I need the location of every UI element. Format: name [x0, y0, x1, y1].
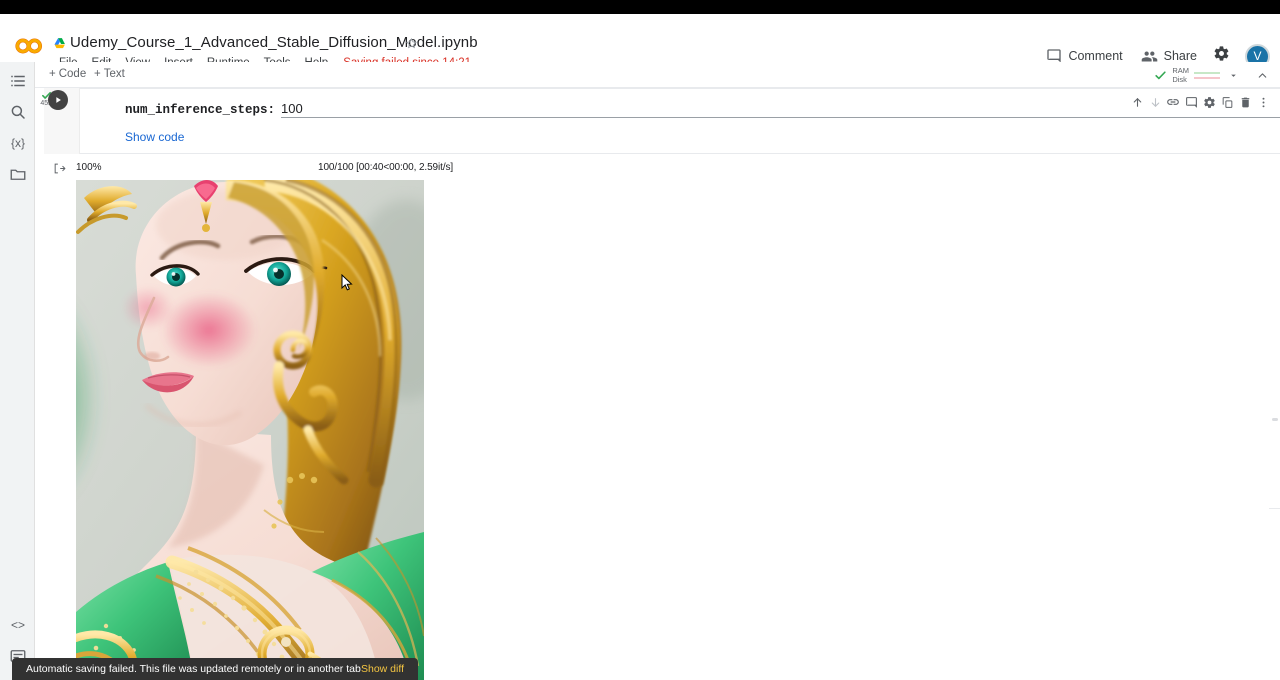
chevron-down-icon[interactable] — [1225, 67, 1241, 83]
move-cell-down-button[interactable] — [1146, 93, 1164, 111]
check-icon — [1154, 69, 1167, 82]
copy-cell-button[interactable] — [1218, 93, 1236, 111]
more-vert-icon — [1257, 96, 1270, 109]
play-icon — [53, 95, 63, 105]
add-code-label: Code — [59, 68, 87, 80]
collapse-toolbar-button[interactable] — [1254, 67, 1270, 83]
sidebar-item-files[interactable] — [9, 165, 27, 183]
notebook-header: Udemy_Course_1_Advanced_Stable_Diffusion… — [0, 14, 1280, 62]
delete-cell-button[interactable] — [1236, 93, 1254, 111]
save-failure-toast: Automatic saving failed. This file was u… — [12, 658, 418, 680]
copy-icon — [1221, 96, 1234, 109]
cell-settings-button[interactable] — [1200, 93, 1218, 111]
portrait-illustration — [76, 180, 424, 680]
plus-icon: + — [94, 68, 101, 80]
sidebar-item-table-of-contents[interactable] — [9, 72, 27, 90]
colab-logo[interactable] — [14, 36, 44, 56]
sidebar-item-code-snippets[interactable]: <> — [9, 616, 27, 634]
resource-bars — [1194, 72, 1220, 79]
notebook-toolbar: + Code + Text RAM Disk — [35, 62, 1280, 88]
arrow-down-icon — [1149, 96, 1162, 109]
comment-label: Comment — [1068, 49, 1122, 63]
toast-message: Automatic saving failed. This file was u… — [26, 663, 361, 675]
resource-labels: RAM Disk — [1172, 66, 1189, 84]
link-to-cell-button[interactable] — [1164, 93, 1182, 111]
plus-icon: + — [49, 68, 56, 80]
comment-icon — [1185, 96, 1198, 109]
progress-percent-label: 100% — [76, 162, 100, 173]
add-comment-button[interactable] — [1182, 93, 1200, 111]
sidebar-item-search[interactable] — [9, 103, 27, 121]
gear-icon — [1203, 96, 1216, 109]
move-cell-up-button[interactable] — [1128, 93, 1146, 111]
form-field-label: num_inference_steps: — [125, 103, 275, 117]
sidebar-item-variables[interactable]: {x} — [9, 134, 27, 152]
progress-bar — [106, 161, 312, 173]
arrow-up-icon — [1131, 96, 1144, 109]
trash-icon — [1239, 96, 1252, 109]
show-diff-link[interactable]: Show diff — [361, 663, 404, 675]
chevron-up-icon — [1256, 69, 1269, 82]
resource-usage-indicator[interactable]: RAM Disk — [1154, 62, 1270, 88]
star-icon[interactable] — [405, 37, 418, 50]
scrollbar-thumb[interactable] — [1272, 418, 1278, 421]
link-icon — [1166, 95, 1180, 109]
drive-icon — [53, 37, 67, 50]
generated-portrait-image — [76, 180, 424, 680]
add-code-cell-button[interactable]: + Code — [43, 66, 92, 82]
add-text-cell-button[interactable]: + Text — [88, 66, 131, 82]
show-code-link[interactable]: Show code — [125, 130, 184, 144]
browser-chrome-strip — [0, 0, 1280, 14]
progress-stats-label: 100/100 [00:40<00:00, 2.59it/s] — [318, 162, 453, 173]
run-cell-button[interactable] — [48, 90, 68, 110]
cell-body[interactable]: num_inference_steps: 100 Show code — [80, 88, 1280, 154]
share-label: Share — [1164, 49, 1197, 63]
colab-window: Udemy_Course_1_Advanced_Stable_Diffusion… — [0, 0, 1280, 680]
vertical-scrollbar[interactable] — [1269, 88, 1280, 680]
left-rail: {x} <> — [0, 62, 35, 680]
disk-bar — [1194, 77, 1220, 79]
output-arrow-icon — [53, 162, 66, 175]
ram-bar — [1194, 72, 1220, 74]
form-field-row: num_inference_steps: 100 — [125, 101, 1280, 118]
progress-bar-row: 100% 100/100 [00:40<00:00, 2.59it/s] — [76, 161, 453, 173]
disk-label: Disk — [1172, 75, 1189, 84]
gear-icon — [1213, 45, 1230, 62]
ram-label: RAM — [1172, 66, 1189, 75]
cell-toolbar — [1128, 93, 1272, 111]
add-text-label: Text — [104, 68, 125, 80]
scrollbar-divider — [1269, 508, 1280, 509]
